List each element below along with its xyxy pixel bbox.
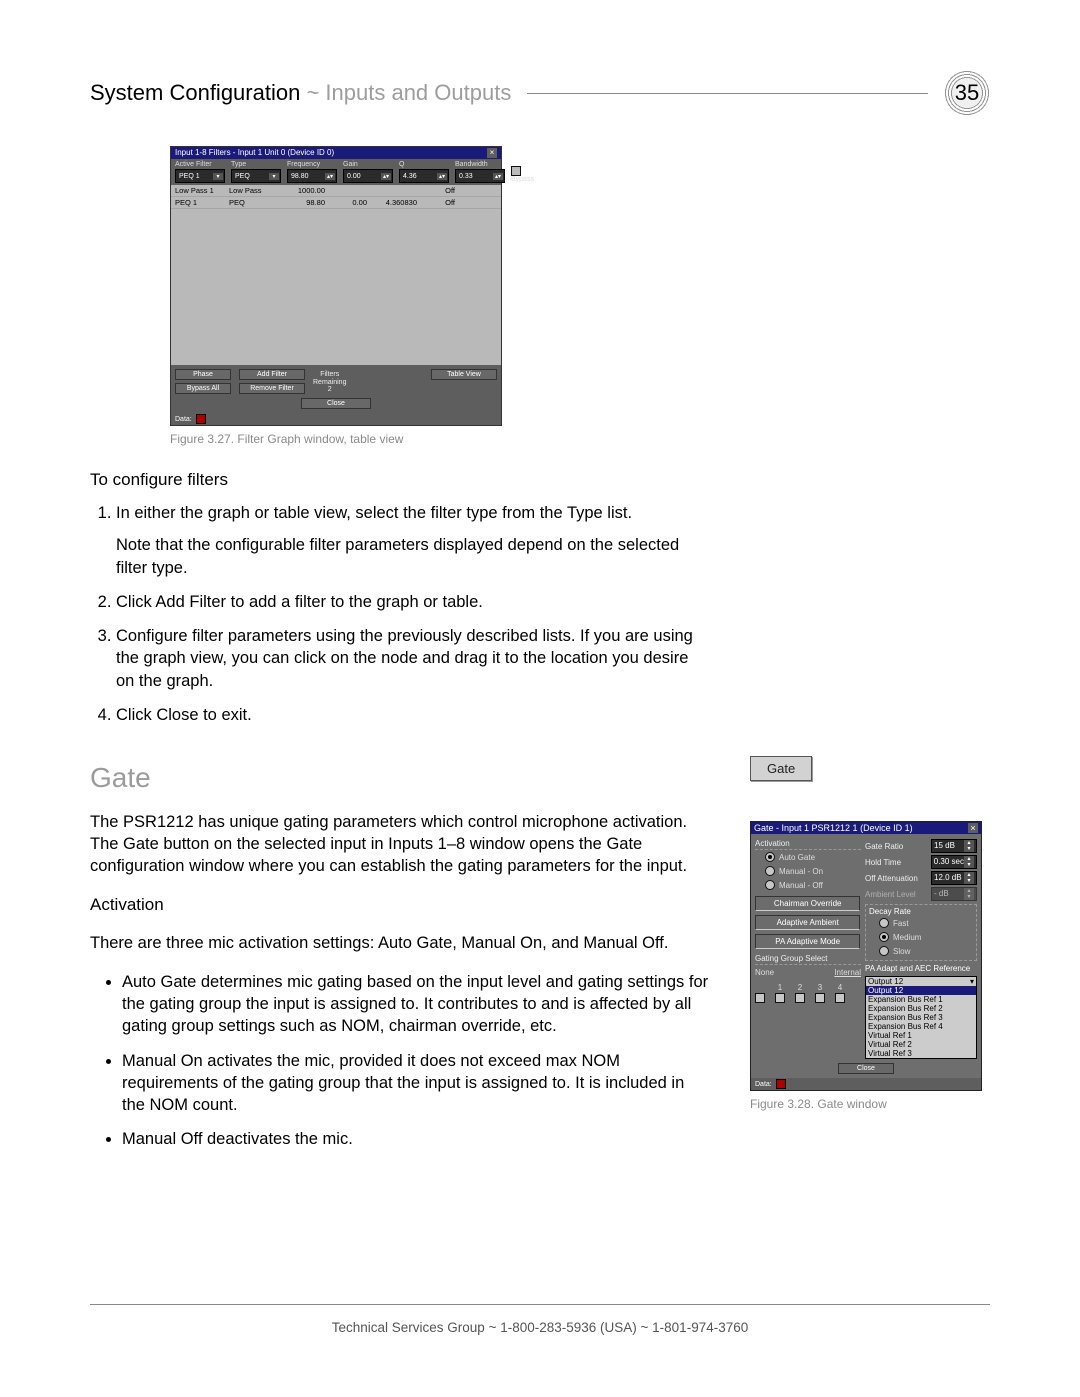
group-2-checkbox[interactable] bbox=[795, 993, 805, 1003]
page-header: System Configuration ~ Inputs and Output… bbox=[90, 70, 990, 116]
frequency-label: Frequency bbox=[287, 161, 337, 168]
activation-panel-label: Activation bbox=[755, 838, 861, 850]
status-label: Data: bbox=[755, 1081, 772, 1088]
gate-ratio-label: Gate Ratio bbox=[865, 842, 903, 851]
q-label: Q bbox=[399, 161, 449, 168]
status-label: Data: bbox=[175, 416, 192, 423]
filter-window-titlebar: Input 1-8 Filters - Input 1 Unit 0 (Devi… bbox=[171, 147, 501, 159]
gate-ratio-input[interactable]: 15 dB▴▾ bbox=[931, 839, 977, 853]
bandwidth-input[interactable]: 0.33▴▾ bbox=[455, 169, 505, 183]
gate-button-image: Gate bbox=[750, 756, 812, 781]
decay-medium-radio[interactable]: Medium bbox=[869, 930, 973, 944]
figure-filter-window: Input 1-8 Filters - Input 1 Unit 0 (Devi… bbox=[170, 146, 710, 426]
page-number: 35 bbox=[952, 78, 982, 108]
gating-group-label: Gating Group Select bbox=[755, 953, 861, 965]
select-option[interactable]: Expansion Bus Ref 4 bbox=[866, 1022, 976, 1031]
active-filter-select[interactable]: PEQ 1▾ bbox=[175, 169, 225, 183]
select-option[interactable]: Expansion Bus Ref 1 bbox=[866, 995, 976, 1004]
select-option[interactable]: Expansion Bus Ref 3 bbox=[866, 1013, 976, 1022]
internal-label: Internal bbox=[784, 968, 861, 977]
header-title: System Configuration ~ Inputs and Output… bbox=[90, 80, 511, 106]
auto-gate-radio[interactable]: Auto Gate bbox=[755, 850, 861, 864]
header-subsection: Inputs and Outputs bbox=[325, 80, 511, 105]
filters-heading: To configure filters bbox=[90, 470, 710, 490]
decay-slow-radio[interactable]: Slow bbox=[869, 944, 973, 958]
pa-ref-select[interactable]: Output 12▾ Output 12 Expansion Bus Ref 1… bbox=[865, 976, 977, 1059]
select-option[interactable]: Virtual Ref 3 bbox=[866, 1049, 976, 1058]
type-select[interactable]: PEQ▾ bbox=[231, 169, 281, 183]
gate-close-button[interactable]: Close bbox=[838, 1063, 894, 1074]
close-icon[interactable]: × bbox=[968, 823, 978, 833]
header-rule bbox=[527, 93, 928, 94]
none-label: None bbox=[755, 968, 774, 977]
list-item: Click Close to exit. bbox=[116, 704, 710, 726]
activation-heading: Activation bbox=[90, 895, 710, 915]
page-footer: Technical Services Group ~ 1-800-283-593… bbox=[0, 1320, 1080, 1335]
phase-button[interactable]: Phase bbox=[175, 369, 231, 380]
hold-time-label: Hold Time bbox=[865, 858, 901, 867]
group-4-checkbox[interactable] bbox=[835, 993, 845, 1003]
chevron-down-icon: ▾ bbox=[970, 977, 974, 986]
figure-caption: Figure 3.28. Gate window bbox=[750, 1097, 990, 1111]
list-item: Configure filter parameters using the pr… bbox=[116, 625, 710, 692]
decay-rate-panel: Decay Rate Fast Medium Slow bbox=[865, 904, 977, 961]
hold-time-input[interactable]: 0.30 sec▴▾ bbox=[931, 855, 977, 869]
remove-filter-button[interactable]: Remove Filter bbox=[239, 383, 305, 394]
filter-table: Low Pass 1 Low Pass 1000.00 Off PEQ 1 PE… bbox=[171, 185, 501, 365]
status-led-icon bbox=[776, 1079, 786, 1089]
close-icon[interactable]: × bbox=[487, 148, 497, 158]
active-filter-label: Active Filter bbox=[175, 161, 225, 168]
q-input[interactable]: 4.36▴▾ bbox=[399, 169, 449, 183]
type-label: Type bbox=[231, 161, 281, 168]
pa-adaptive-mode-button[interactable]: PA Adaptive Mode bbox=[755, 934, 860, 949]
list-item: In either the graph or table view, selec… bbox=[116, 502, 710, 579]
list-item: Click Add Filter to add a filter to the … bbox=[116, 591, 710, 613]
status-led-icon bbox=[196, 414, 206, 424]
table-view-button[interactable]: Table View bbox=[431, 369, 497, 380]
ambient-input: - dB▴▾ bbox=[931, 887, 977, 901]
gate-window-title: Gate - Input 1 PSR1212 1 (Device ID 1) bbox=[754, 823, 913, 833]
group-none-checkbox[interactable] bbox=[755, 993, 765, 1003]
gate-heading: Gate bbox=[90, 762, 710, 794]
pa-ref-label: PA Adapt and AEC Reference bbox=[865, 964, 977, 973]
frequency-input[interactable]: 98.80▴▾ bbox=[287, 169, 337, 183]
adaptive-ambient-button[interactable]: Adaptive Ambient bbox=[755, 915, 860, 930]
close-button[interactable]: Close bbox=[301, 398, 371, 409]
select-option[interactable]: Expansion Bus Ref 2 bbox=[866, 1004, 976, 1013]
manual-on-radio[interactable]: Manual - On bbox=[755, 864, 861, 878]
gain-input[interactable]: 0.00▴▾ bbox=[343, 169, 393, 183]
bypass-label: Bypass bbox=[511, 176, 534, 183]
filters-remaining: Filters Remaining 2 bbox=[313, 369, 346, 394]
bypass-all-button[interactable]: Bypass All bbox=[175, 383, 231, 394]
add-filter-button[interactable]: Add Filter bbox=[239, 369, 305, 380]
decay-fast-radio[interactable]: Fast bbox=[869, 916, 973, 930]
activation-intro: There are three mic activation settings:… bbox=[90, 932, 710, 954]
list-item: Manual Off deactivates the mic. bbox=[122, 1128, 710, 1150]
gain-label: Gain bbox=[343, 161, 393, 168]
page-number-badge: 35 bbox=[944, 70, 990, 116]
table-row[interactable]: Low Pass 1 Low Pass 1000.00 Off bbox=[171, 185, 501, 197]
filter-window-title: Input 1-8 Filters - Input 1 Unit 0 (Devi… bbox=[175, 148, 334, 158]
bandwidth-label: Bandwidth bbox=[455, 161, 505, 168]
off-atten-label: Off Attenuation bbox=[865, 874, 918, 883]
gate-intro: The PSR1212 has unique gating parameters… bbox=[90, 811, 710, 878]
figure-caption: Figure 3.27. Filter Graph window, table … bbox=[170, 432, 710, 446]
ambient-label: Ambient Level bbox=[865, 890, 916, 899]
select-option[interactable]: Virtual Ref 2 bbox=[866, 1040, 976, 1049]
list-item: Auto Gate determines mic gating based on… bbox=[122, 971, 710, 1038]
footer-rule bbox=[90, 1304, 990, 1305]
group-1-checkbox[interactable] bbox=[775, 993, 785, 1003]
group-3-checkbox[interactable] bbox=[815, 993, 825, 1003]
decay-rate-label: Decay Rate bbox=[869, 907, 973, 916]
bypass-checkbox[interactable] bbox=[511, 166, 521, 176]
chairman-override-button[interactable]: Chairman Override bbox=[755, 896, 860, 911]
select-option[interactable]: Output 12 bbox=[866, 986, 976, 995]
figure-gate-window: Gate - Input 1 PSR1212 1 (Device ID 1) ×… bbox=[750, 821, 982, 1091]
header-section: System Configuration bbox=[90, 80, 300, 105]
manual-off-radio[interactable]: Manual - Off bbox=[755, 878, 861, 892]
list-item: Manual On activates the mic, provided it… bbox=[122, 1050, 710, 1117]
select-option[interactable]: Virtual Ref 1 bbox=[866, 1031, 976, 1040]
table-row[interactable]: PEQ 1 PEQ 98.80 0.00 4.360830 Off bbox=[171, 197, 501, 209]
off-atten-input[interactable]: 12.0 dB▴▾ bbox=[931, 871, 977, 885]
